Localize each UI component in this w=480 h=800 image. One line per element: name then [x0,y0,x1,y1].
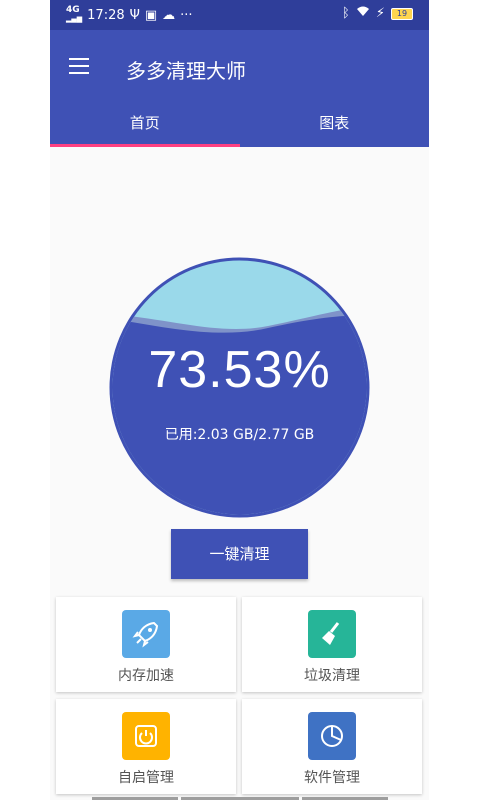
feature-label: 自启管理 [118,770,174,786]
charging-icon: ⚡ [375,6,385,21]
menu-icon[interactable] [69,58,89,74]
feature-app-manage[interactable]: 软件管理 [242,699,422,794]
one-key-clean-button[interactable]: 一键清理 [171,529,308,579]
battery-icon: 19 [391,7,413,20]
feature-autostart-manage[interactable]: 自启管理 [56,699,236,794]
app-bar: 多多清理大师 首页 图表 [50,30,429,147]
usb-icon: Ψ [129,7,140,23]
memory-usage: 已用:2.03 GB/2.77 GB [164,427,315,443]
feature-label: 内存加速 [118,668,174,684]
signal-indicator: 4G ▂▄▆ [66,5,83,24]
wifi-icon [356,6,370,21]
cloud-icon: ☁ [162,7,176,23]
feature-junk-clean[interactable]: 垃圾清理 [242,597,422,692]
app-title: 多多清理大师 [126,59,246,83]
memory-percent: 73.53% [148,341,331,399]
more-icon: ··· [180,7,193,23]
feature-memory-boost[interactable]: 内存加速 [56,597,236,692]
tab-bar: 首页 图表 [50,110,429,147]
feature-label: 垃圾清理 [304,668,360,684]
notification-icon: ▣ [144,7,158,23]
feature-label: 软件管理 [304,770,360,786]
broom-icon [308,610,356,658]
phone-screen: 4G ▂▄▆ 17:28 Ψ ▣ ☁ ··· ᛒ ⚡ 19 多多清理大师 首页 … [50,0,429,800]
tab-chart[interactable]: 图表 [240,110,430,147]
power-icon [122,712,170,760]
pie-chart-icon [308,712,356,760]
bluetooth-icon: ᛒ [342,6,350,21]
tab-home[interactable]: 首页 [50,110,240,147]
status-bar: 4G ▂▄▆ 17:28 Ψ ▣ ☁ ··· ᛒ ⚡ 19 [50,0,429,30]
network-type: 4G [66,5,80,15]
clock: 17:28 [87,7,125,23]
rocket-icon [122,610,170,658]
memory-gauge: 73.53% 已用:2.03 GB/2.77 GB [108,256,371,519]
